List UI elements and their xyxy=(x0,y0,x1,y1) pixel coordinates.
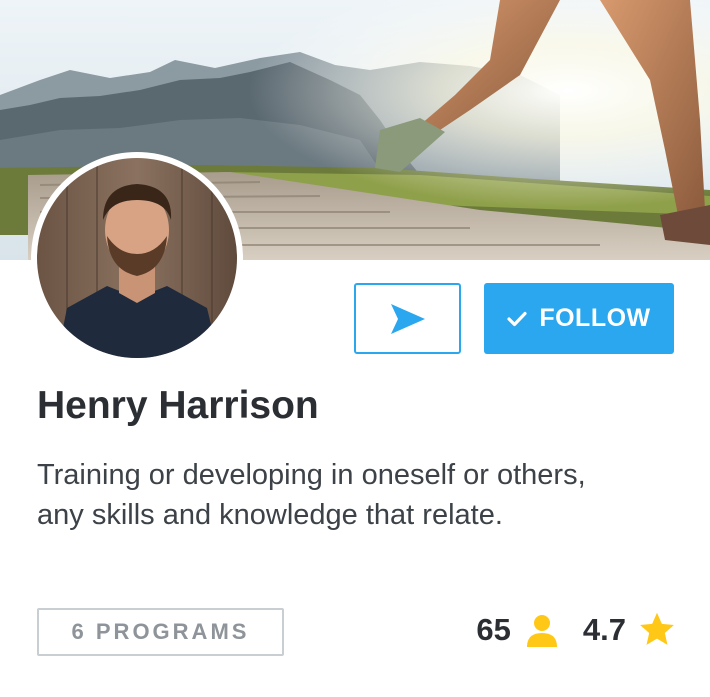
rating-value: 4.7 xyxy=(582,612,626,647)
user-icon xyxy=(526,615,557,647)
check-icon xyxy=(507,311,527,326)
profile-stats: 65 4.7 xyxy=(476,612,676,648)
follow-label: FOLLOW xyxy=(539,304,651,332)
followers-count: 65 xyxy=(476,612,511,647)
send-message-button[interactable] xyxy=(354,283,461,354)
profile-bio: Training or developing in oneself or oth… xyxy=(37,459,586,531)
paper-plane-icon xyxy=(390,303,425,334)
avatar[interactable] xyxy=(31,152,243,364)
programs-button[interactable]: 6 PROGRAMS xyxy=(37,608,284,656)
profile-card: FOLLOW Henry Harrison Training or develo… xyxy=(0,0,710,697)
follow-button[interactable]: FOLLOW xyxy=(484,283,674,354)
star-icon xyxy=(640,612,674,645)
profile-name: Henry Harrison xyxy=(37,384,319,427)
